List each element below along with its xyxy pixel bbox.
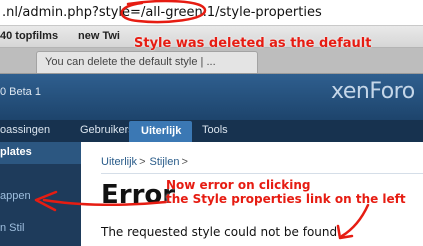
breadcrumb: Uiterlijk > Stijlen > <box>101 156 192 168</box>
sidebar-item-style-properties[interactable]: appen <box>0 190 31 202</box>
bookmark-new-twi[interactable]: new Twi <box>78 30 120 42</box>
admin-sidebar: plates appen n Stil <box>0 142 81 246</box>
version-label: 0 Beta 1 <box>0 86 41 98</box>
breadcrumb-separator: > <box>181 156 188 168</box>
tab-uiterlijk[interactable]: Uiterlijk <box>129 121 192 142</box>
page-title: Error <box>101 180 176 210</box>
address-bar[interactable]: .nl/admin.php?style=/all-green.1/style-p… <box>0 0 423 26</box>
tab-aanpassingen[interactable]: oassingen <box>0 124 50 136</box>
annotation-error-on-click: Now error on clicking the Style properti… <box>166 178 406 206</box>
annotation-deleted-default: Style was deleted as the default <box>134 36 372 51</box>
title-divider <box>101 173 423 174</box>
tab-gebruikers[interactable]: Gebruikers <box>80 124 134 136</box>
xenforo-logo[interactable]: xenForo <box>331 79 415 104</box>
address-url[interactable]: .nl/admin.php?style=/all-green.1/style-p… <box>2 5 322 20</box>
breadcrumb-separator: > <box>139 156 146 168</box>
admin-nav: oassingen Gebruikers Uiterlijk Tools <box>0 120 423 142</box>
sidebar-heading: plates <box>0 142 81 164</box>
bookmark-40-topfilms[interactable]: 40 topfilms <box>0 30 58 42</box>
breadcrumb-uiterlijk[interactable]: Uiterlijk <box>101 156 137 168</box>
annotation-line-2: the Style properties link on the left <box>166 192 406 206</box>
breadcrumb-stijlen[interactable]: Stijlen <box>150 156 180 168</box>
browser-tab[interactable]: You can delete the default style | ... <box>36 51 258 73</box>
admin-header: 0 Beta 1 xenForo <box>0 74 423 120</box>
error-message: The requested style could not be found. <box>101 225 341 239</box>
sidebar-heading-label: plates <box>0 146 32 158</box>
browser-tab-title: You can delete the default style | ... <box>45 56 216 68</box>
tab-tools[interactable]: Tools <box>202 124 228 136</box>
annotation-line-1: Now error on clicking <box>166 178 311 192</box>
sidebar-item-styles[interactable]: n Stil <box>0 222 24 235</box>
tab-strip: You can delete the default style | ... <box>0 48 423 74</box>
